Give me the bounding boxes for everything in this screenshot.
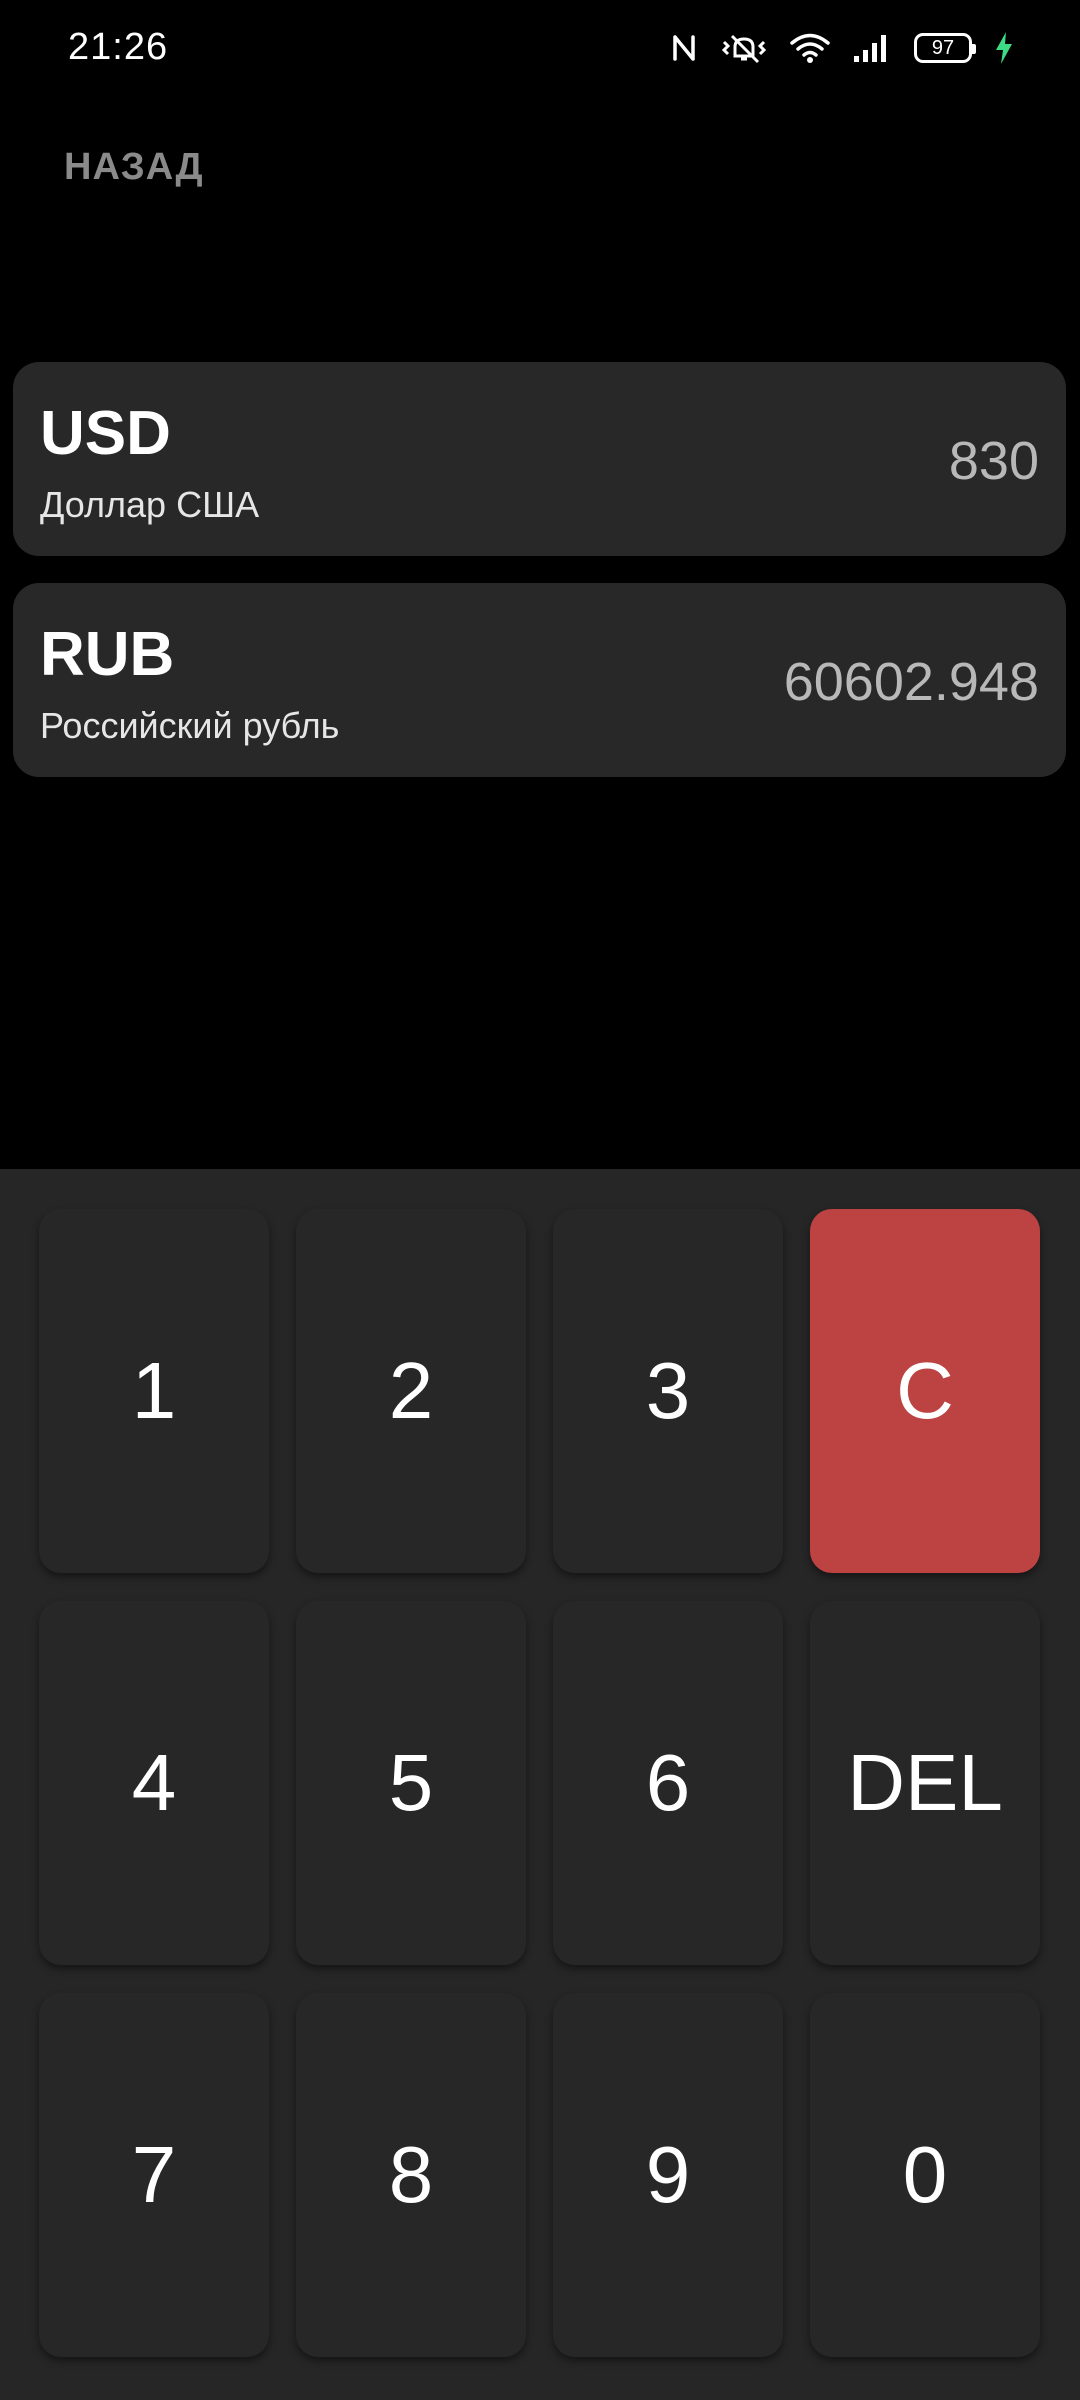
- key-8[interactable]: 8: [296, 1993, 526, 2357]
- currency-amount: 60602.948: [783, 652, 1039, 712]
- currency-card-rub[interactable]: RUB Российский рубль 60602.948: [13, 583, 1066, 777]
- key-5[interactable]: 5: [296, 1601, 526, 1965]
- key-7[interactable]: 7: [39, 1993, 269, 2357]
- currency-name: Доллар США: [40, 484, 260, 525]
- vibrate-icon: [720, 32, 768, 64]
- clear-button[interactable]: C: [810, 1209, 1040, 1573]
- wifi-icon: [790, 32, 830, 64]
- currency-code: RUB: [40, 620, 175, 689]
- key-3[interactable]: 3: [553, 1209, 783, 1573]
- keypad: 1 2 3 C 4 5 6 DEL 7 8 9 0: [0, 1169, 1080, 2400]
- status-time: 21:26: [68, 26, 169, 68]
- status-icons: 97: [670, 28, 1014, 68]
- key-4[interactable]: 4: [39, 1601, 269, 1965]
- back-button[interactable]: НАЗАД: [64, 146, 204, 189]
- signal-icon: [852, 32, 892, 64]
- key-6[interactable]: 6: [553, 1601, 783, 1965]
- converter-screen: 21:26 97 НАЗАД USD Доллар США 830 RUB Ро…: [0, 0, 1080, 2400]
- key-2[interactable]: 2: [296, 1209, 526, 1573]
- nfc-icon: [670, 32, 698, 64]
- currency-amount: 830: [948, 431, 1039, 491]
- currency-card-usd[interactable]: USD Доллар США 830: [13, 362, 1066, 556]
- key-1[interactable]: 1: [39, 1209, 269, 1573]
- key-0[interactable]: 0: [810, 1993, 1040, 2357]
- key-9[interactable]: 9: [553, 1993, 783, 2357]
- currency-code: USD: [40, 399, 171, 468]
- charging-icon: [994, 31, 1014, 65]
- currency-name: Российский рубль: [40, 705, 340, 746]
- battery-icon: 97: [914, 33, 976, 63]
- status-bar: 21:26 97: [0, 0, 1080, 96]
- delete-button[interactable]: DEL: [810, 1601, 1040, 1965]
